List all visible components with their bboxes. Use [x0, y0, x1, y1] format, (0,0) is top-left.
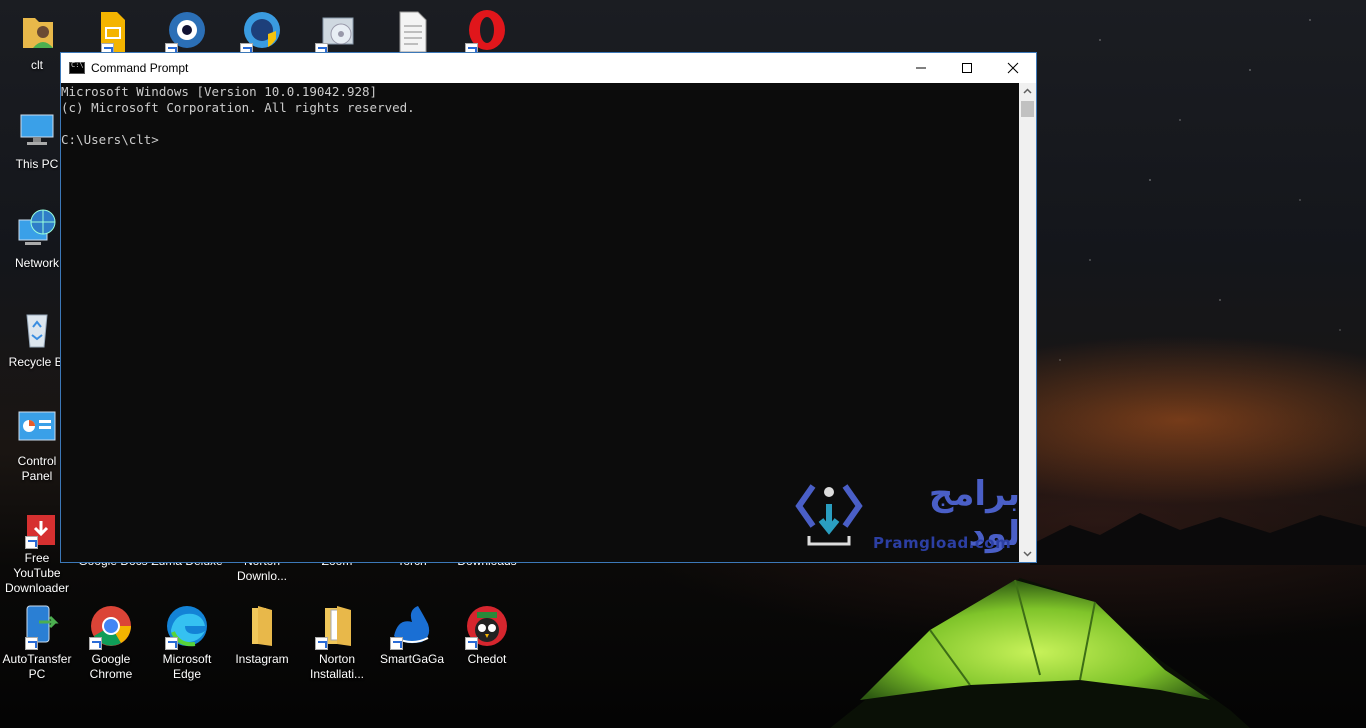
computer-icon: [13, 107, 61, 155]
desktop-icon-microsoft-edge[interactable]: Microsoft Edge: [150, 602, 224, 682]
shortcut-arrow-icon: [25, 637, 38, 650]
console-line: Microsoft Windows [Version 10.0.19042.92…: [61, 84, 378, 99]
minimize-icon: [916, 67, 926, 69]
mountain-silhouette: [1030, 513, 1366, 565]
folder-docs-icon: [313, 602, 361, 650]
webcam-icon: [163, 8, 211, 56]
opera-icon: [463, 8, 511, 56]
desktop-icon-label: Microsoft Edge: [162, 652, 212, 681]
chedot-icon: [463, 602, 511, 650]
recycle-bin-icon: [13, 305, 61, 353]
watermark: برامج لود Pramgload.com: [795, 474, 1020, 554]
desktop-icon-dvd-software[interactable]: [300, 8, 374, 58]
user-folder-icon: [13, 8, 61, 56]
scroll-thumb[interactable]: [1021, 101, 1034, 117]
desktop-icon-google-chrome[interactable]: Google Chrome: [74, 602, 148, 682]
console-prompt[interactable]: C:\Users\clt>: [61, 132, 1019, 148]
watermark-latin-text: Pramgload.com: [873, 534, 1012, 552]
shortcut-arrow-icon: [89, 637, 102, 650]
desktop-icon-label: Norton Installati...: [309, 652, 365, 681]
glowing-tent: [830, 578, 1250, 728]
minimize-button[interactable]: [898, 53, 944, 83]
shortcut-arrow-icon: [390, 637, 403, 650]
vertical-scrollbar[interactable]: [1019, 83, 1036, 562]
chrome-icon: [87, 602, 135, 650]
google-slides-icon: [87, 8, 135, 56]
edge-icon: [163, 602, 211, 650]
network-icon: [13, 206, 61, 254]
desktop-icon-label: Control Panel: [17, 454, 57, 483]
console-line: (c) Microsoft Corporation. All rights re…: [61, 100, 415, 115]
smartgaga-icon: [388, 602, 436, 650]
desktop-icon-chedot[interactable]: Chedot: [450, 602, 524, 667]
desktop-icon-opera[interactable]: [450, 8, 524, 58]
desktop-icon-norton-installation[interactable]: Norton Installati...: [300, 602, 374, 682]
shortcut-arrow-icon: [165, 637, 178, 650]
desktop-icon-label: Network: [14, 256, 59, 270]
chevron-up-icon: [1023, 88, 1032, 94]
control-panel-icon: [13, 404, 61, 452]
shortcut-arrow-icon: [465, 637, 478, 650]
desktop-icon-label: clt: [31, 58, 43, 72]
chevron-down-icon: [1023, 551, 1032, 557]
youtube-downloader-icon: [13, 513, 61, 549]
title-bar[interactable]: Command Prompt: [61, 53, 1036, 83]
desktop-icon-instagram[interactable]: Instagram: [225, 602, 299, 667]
autotransfer-icon: [13, 602, 61, 650]
dvd-software-icon: [313, 8, 361, 56]
desktop-icon-google-slides[interactable]: [74, 8, 148, 58]
shortcut-arrow-icon: [25, 536, 38, 549]
desktop-icon-webcam[interactable]: [150, 8, 224, 58]
desktop-icon-label: This PC: [15, 157, 59, 171]
desktop-icon-label: Recycle Bi: [8, 355, 66, 369]
maximize-icon: [962, 63, 972, 73]
desktop-icon-smartgaga[interactable]: SmartGaGa: [375, 602, 449, 667]
desktop-icon-label: Instagram: [235, 652, 289, 666]
document-icon: [388, 8, 436, 56]
desktop-icon-autotransfer-pc[interactable]: AutoTransfer PC: [0, 602, 74, 682]
scroll-down-button[interactable]: [1019, 545, 1036, 562]
shield-globe-icon: [238, 8, 286, 56]
close-button[interactable]: [990, 53, 1036, 83]
maximize-button[interactable]: [944, 53, 990, 83]
folder-icon: [238, 602, 286, 650]
window-title: Command Prompt: [91, 61, 189, 75]
close-icon: [1007, 62, 1019, 74]
desktop-icon-shield-globe[interactable]: [225, 8, 299, 58]
cmd-app-icon[interactable]: [69, 61, 85, 74]
desktop-icon-label: AutoTransfer PC: [2, 652, 72, 681]
desktop-icon-document[interactable]: [375, 8, 449, 58]
shortcut-arrow-icon: [315, 637, 328, 650]
scroll-up-button[interactable]: [1019, 83, 1036, 100]
watermark-logo-icon: [795, 484, 863, 546]
desktop-icon-label: Chedot: [467, 652, 507, 666]
desktop-icon-label: Google Chrome: [89, 652, 133, 681]
desktop-icon-label: SmartGaGa: [379, 652, 445, 666]
